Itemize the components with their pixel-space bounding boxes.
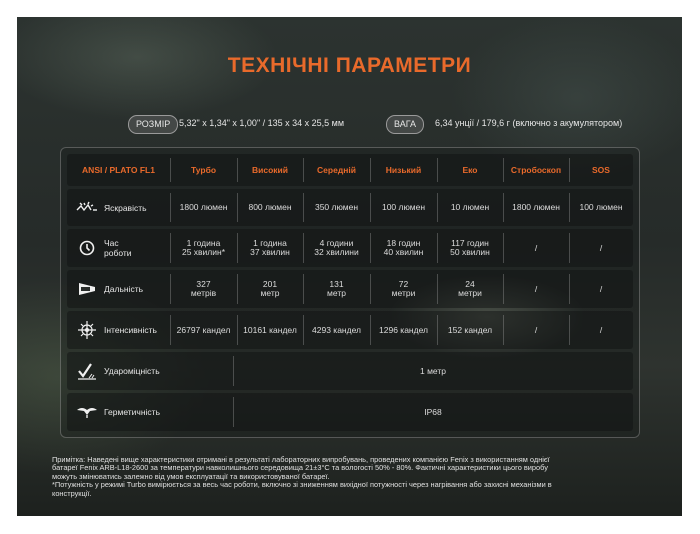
table-cell: 1 метр: [420, 365, 446, 376]
header-cell: Високий: [252, 164, 288, 175]
table-cell: 131 метр: [327, 279, 346, 298]
row-label: Інтенсивність: [104, 325, 157, 335]
table-cell: 72 метри: [391, 279, 416, 298]
impact-resistance-icon: [76, 360, 98, 382]
table-cell: /: [599, 283, 603, 294]
table-cell: 10161 кандел: [243, 324, 297, 335]
table-header: ANSI / PLATO FL1 Турбо Високий Середній …: [67, 154, 633, 186]
row-label: Час: [104, 238, 119, 248]
table-cell: 10 люмен: [450, 202, 490, 212]
header-cell: ANSI / PLATO FL1: [82, 164, 155, 175]
spec-panel: ТЕХНІЧНІ ПАРАМЕТРИ РОЗМІР 5,32" x 1,34" …: [17, 17, 682, 516]
table-cell: 1800 люмен: [179, 202, 228, 212]
header-cell: Еко: [462, 164, 478, 175]
row-label: Удароміцність: [104, 366, 160, 376]
size-badge: РОЗМІР: [128, 115, 179, 134]
table-cell: 1 година 37 хвилин: [250, 238, 290, 257]
intensity-icon: [76, 319, 98, 341]
header-cell: Турбо: [190, 164, 217, 175]
row-label: Дальність: [104, 284, 144, 294]
table-cell: 1296 кандел: [379, 324, 428, 335]
table-row-brightness: Яскравість 1800 люмен 800 люмен 350 люме…: [67, 189, 633, 226]
table-cell: 100 люмен: [381, 202, 426, 212]
table-row-intensity: Інтенсивність 26797 кандел 10161 кандел …: [67, 311, 633, 349]
table-cell: /: [599, 324, 603, 335]
footnote: Примітка: Наведені вище характеристики о…: [52, 455, 552, 498]
row-label: роботи: [104, 248, 132, 258]
table-cell: 800 люмен: [248, 202, 292, 212]
table-cell: 117 годин 50 хвилин: [450, 238, 490, 257]
table-row-runtime: Час роботи 1 година 25 хвилин* 1 година 37 …: [67, 229, 633, 267]
table-cell: 4 години 32 хвилини: [314, 238, 359, 257]
table-cell: 350 люмен: [314, 202, 359, 212]
row-label: Герметичність: [104, 407, 161, 417]
beam-distance-icon: [76, 278, 98, 300]
header-cell: Низький: [385, 164, 422, 175]
table-cell: IP68: [424, 406, 442, 417]
table-cell: /: [599, 242, 603, 253]
table-cell: 327 метрів: [190, 279, 217, 298]
page-title: ТЕХНІЧНІ ПАРАМЕТРИ: [227, 54, 472, 77]
brightness-icon: [76, 197, 98, 219]
weight-badge: ВАГА: [386, 115, 424, 134]
header-cell: SOS: [592, 164, 610, 175]
header-cell: Середній: [317, 164, 356, 175]
spec-table: ANSI / PLATO FL1 Турбо Високий Середній …: [60, 147, 640, 438]
clock-icon: [76, 237, 98, 259]
table-row-waterproof: Герметичність IP68: [67, 393, 633, 431]
table-cell: /: [534, 283, 538, 294]
table-cell: 201 метр: [260, 279, 280, 298]
table-cell: 1 година 25 хвилин*: [181, 238, 226, 257]
header-cell: Стробоскоп: [510, 164, 562, 175]
table-cell: 26797 кандел: [176, 324, 231, 335]
waterproof-icon: [76, 401, 98, 423]
size-value: 5,32" x 1,34" x 1,00" / 135 x 34 x 25,5 …: [179, 118, 345, 128]
table-row-distance: Дальність 327 метрів 201 метр 131 метр 72 ме…: [67, 270, 633, 308]
table-row-impact: Удароміцність 1 метр: [67, 352, 633, 390]
table-cell: 4293 кандел: [312, 324, 361, 335]
table-cell: /: [534, 242, 538, 253]
table-cell: 1800 люмен: [512, 202, 560, 212]
table-cell: 24 метри: [458, 279, 482, 298]
row-label: Яскравість: [104, 202, 147, 213]
table-cell: /: [534, 324, 538, 335]
table-cell: 18 годин 40 хвилин: [383, 238, 424, 257]
table-cell: 100 люмен: [579, 202, 623, 212]
table-cell: 152 кандел: [447, 324, 493, 335]
weight-value: 6,34 унції / 179,6 г (включно з акумулят…: [435, 118, 623, 128]
